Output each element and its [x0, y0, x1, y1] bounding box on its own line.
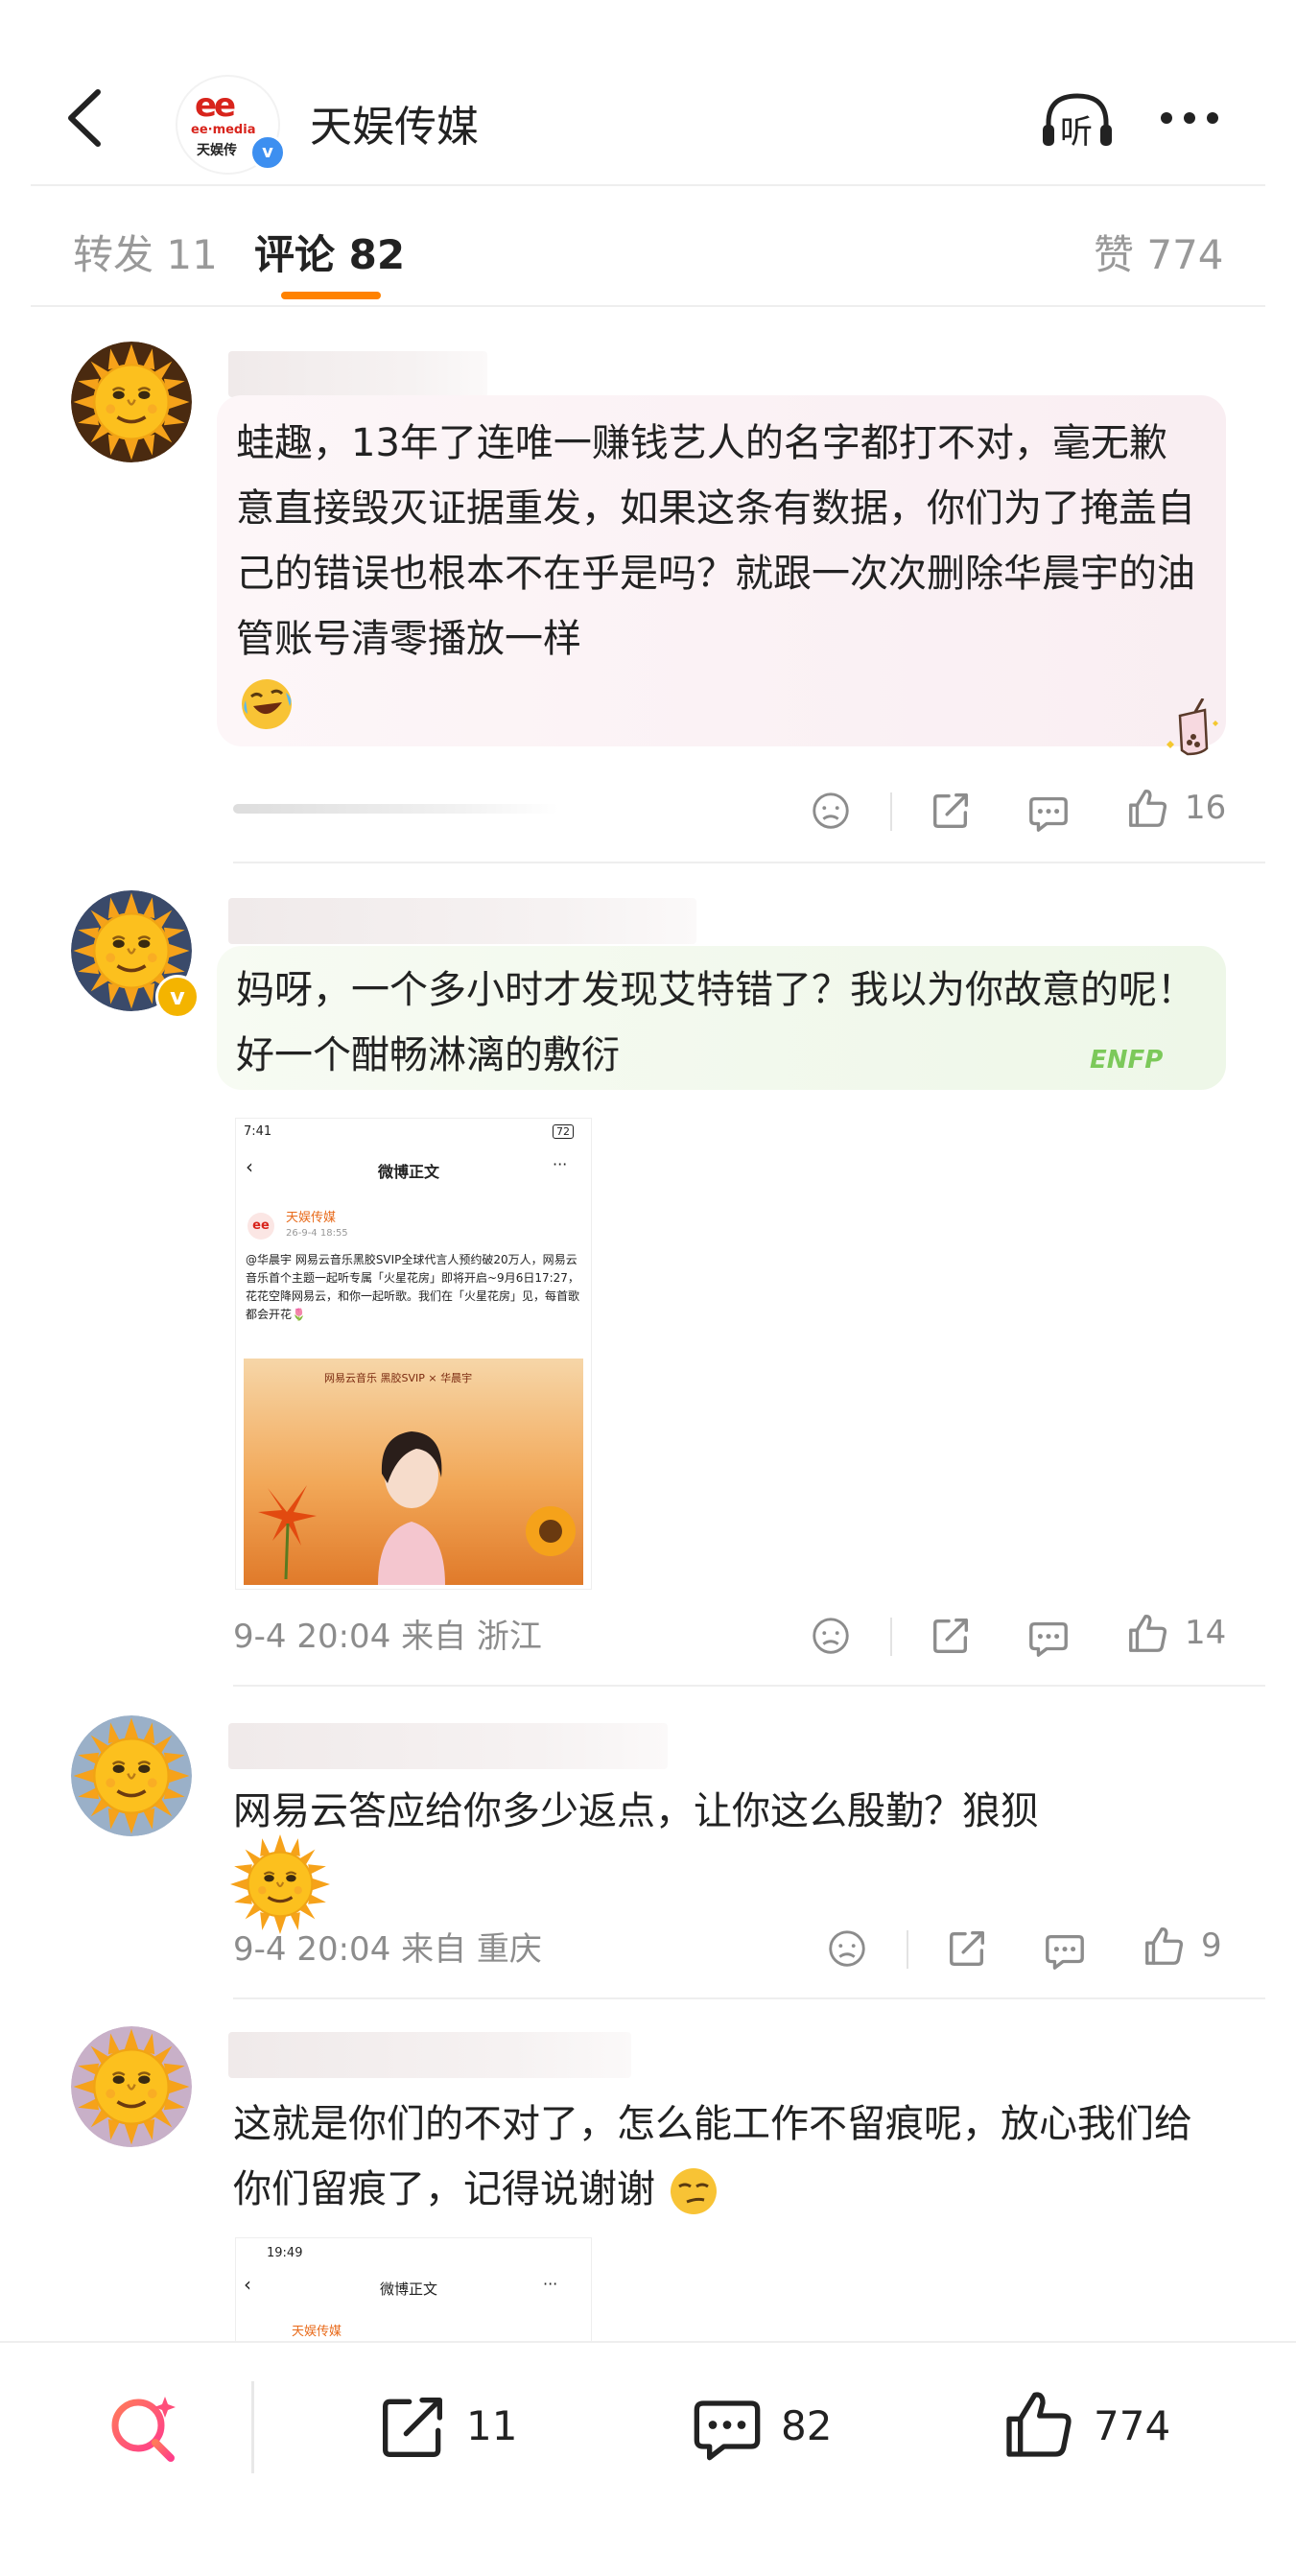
listen-label: 听: [1060, 113, 1093, 152]
username-redacted[interactable]: [228, 2032, 631, 2078]
shot-title: 微博正文: [380, 2281, 438, 2298]
shot-battery: 72: [553, 1124, 574, 1139]
bottom-comment-button[interactable]: 82: [689, 2389, 881, 2466]
shot-more-icon: ···: [543, 2275, 558, 2293]
tab-repost[interactable]: 转发 11: [73, 223, 218, 281]
bottom-action-bar: 11 82 774: [0, 2341, 1296, 2576]
logo-mark: ee: [195, 86, 236, 125]
comment-icon: [694, 2400, 761, 2461]
laugh-cry-emoji-icon: [238, 675, 295, 733]
back-button[interactable]: [58, 84, 115, 152]
verified-badge-icon: v: [155, 975, 200, 1019]
tab-comments[interactable]: 评论 82: [254, 223, 405, 281]
bottom-bar-separator: [251, 2381, 254, 2473]
avatar[interactable]: [71, 1715, 192, 1836]
back-arrow-icon: [68, 89, 101, 147]
unlike-button[interactable]: [825, 1926, 869, 1971]
comment-button[interactable]: [1026, 791, 1071, 835]
repost-icon: [383, 2398, 443, 2457]
shot-back-icon: ‹: [246, 1155, 253, 1178]
repost-button[interactable]: [945, 1926, 989, 1971]
smirk-emoji-icon: [668, 2165, 719, 2217]
username-redacted[interactable]: [228, 898, 696, 944]
comment-meta: 9-4 20:04 来自 浙江: [233, 1618, 542, 1656]
username-redacted[interactable]: [228, 1723, 668, 1769]
unlike-button[interactable]: [809, 1614, 853, 1658]
like-button[interactable]: [1142, 1925, 1186, 1969]
lily-flower-icon: [253, 1474, 320, 1580]
avatar[interactable]: [71, 2026, 192, 2147]
header-divider: [31, 184, 1265, 186]
shot-more-icon: ···: [553, 1155, 568, 1173]
shot-account: 天娱传媒: [286, 1211, 337, 1225]
like-count: 14: [1185, 1614, 1227, 1652]
shot-date: 26-9-4 18:55: [286, 1228, 348, 1239]
account-name[interactable]: 天娱传媒: [310, 92, 479, 154]
comment-text: 这就是你们的不对了，怎么能工作不留痕呢，放心我们给你们留痕了，记得说谢谢: [233, 2092, 1212, 2222]
action-separator: [907, 1930, 908, 1969]
bubble-tea-sticker-icon: [1161, 697, 1224, 762]
like-count: 774: [1094, 2402, 1171, 2449]
avatar[interactable]: [71, 342, 192, 462]
logo-subtext: ee·media: [191, 123, 256, 137]
bottom-repost-button[interactable]: 11: [374, 2389, 566, 2466]
tabs-divider: [31, 305, 1265, 307]
meta-redacted: [233, 804, 559, 814]
sun-avatar-icon: [71, 2026, 192, 2147]
attached-screenshot[interactable]: 7:41 72 ‹ 微博正文 ··· ee 天娱传媒 26-9-4 18:55 …: [235, 1118, 592, 1590]
more-options-button[interactable]: [1156, 94, 1223, 142]
sunflower-icon: [522, 1502, 579, 1560]
portrait-figure: [359, 1406, 464, 1585]
like-icon: [1006, 2392, 1072, 2457]
like-count: 16: [1185, 789, 1227, 827]
comment-bubble: 蛙趣，13年了连唯一赚钱艺人的名字都打不对，毫无歉意直接毁灭证据重发，如果这条有…: [217, 395, 1226, 756]
enfp-sticker: ENFP: [1090, 1046, 1164, 1075]
comment-meta: 9-4 20:04 来自 重庆: [233, 1930, 542, 1969]
listen-button[interactable]: 听: [1039, 88, 1116, 155]
comment-button[interactable]: [1026, 1616, 1071, 1660]
like-button[interactable]: [1125, 787, 1169, 831]
username-redacted[interactable]: [228, 351, 487, 397]
shot-account: 天娱传媒: [292, 2325, 342, 2339]
more-icon: [1161, 112, 1218, 124]
sun-avatar-icon: [71, 342, 192, 462]
shot-time: 7:41: [244, 1124, 272, 1139]
comment-divider: [233, 1685, 1265, 1687]
shot-banner-text: 网易云音乐 黑胶SVIP × 华晨宇: [324, 1372, 473, 1384]
ai-search-button[interactable]: [106, 2391, 182, 2468]
action-separator: [890, 792, 892, 831]
comment-text: 妈呀，一个多小时才发现艾特错了？我以为你故意的呢！好一个酣畅淋漓的敷衍: [236, 968, 1195, 1077]
shot-body: @华晨宇 网易云音乐黑胶SVIP全球代言人预约破20万人，网易云音乐首个主题一起…: [246, 1253, 580, 1321]
comment-text: 网易云答应给你多少返点，让你这么殷勤？狼狈: [233, 1789, 1039, 1833]
shot-back-icon: ‹: [244, 2273, 251, 2296]
comment-divider: [233, 862, 1265, 863]
repost-button[interactable]: [929, 1614, 973, 1658]
sun-avatar-icon: [71, 1715, 192, 1836]
like-count: 9: [1201, 1926, 1222, 1965]
verified-badge-icon: v: [249, 134, 286, 171]
shot-title: 微博正文: [378, 1163, 440, 1181]
search-spark-icon: [111, 2397, 176, 2462]
repost-button[interactable]: [929, 789, 973, 833]
comment-button[interactable]: [1043, 1928, 1087, 1973]
action-separator: [890, 1618, 892, 1656]
comment-bubble: 妈呀，一个多小时才发现艾特错了？我以为你故意的呢！好一个酣畅淋漓的敷衍 ENFP: [217, 946, 1226, 1090]
unlike-button[interactable]: [809, 789, 853, 833]
comment-count: 82: [781, 2402, 833, 2449]
shot-time: 19:49: [267, 2246, 303, 2260]
shot-logo: ee: [247, 1213, 274, 1240]
shot-banner-image: 网易云音乐 黑胶SVIP × 华晨宇: [244, 1359, 583, 1585]
account-logo[interactable]: ee ee·media 天娱传 v: [177, 77, 286, 173]
comment-divider: [233, 1997, 1265, 1999]
tab-likes[interactable]: 赞 774: [1094, 223, 1224, 281]
sun-emoji-icon: [230, 1834, 330, 1934]
repost-count: 11: [466, 2402, 518, 2449]
logo-chinese: 天娱传: [197, 143, 237, 158]
bottom-like-button[interactable]: 774: [1000, 2387, 1211, 2464]
like-button[interactable]: [1125, 1612, 1169, 1656]
active-tab-indicator: [281, 292, 381, 299]
attached-screenshot[interactable]: 19:49 ‹ 微博正文 ··· 天娱传媒: [235, 2237, 592, 2342]
comment-text: 蛙趣，13年了连唯一赚钱艺人的名字都打不对，毫无歉意直接毁灭证据重发，如果这条有…: [236, 421, 1195, 661]
